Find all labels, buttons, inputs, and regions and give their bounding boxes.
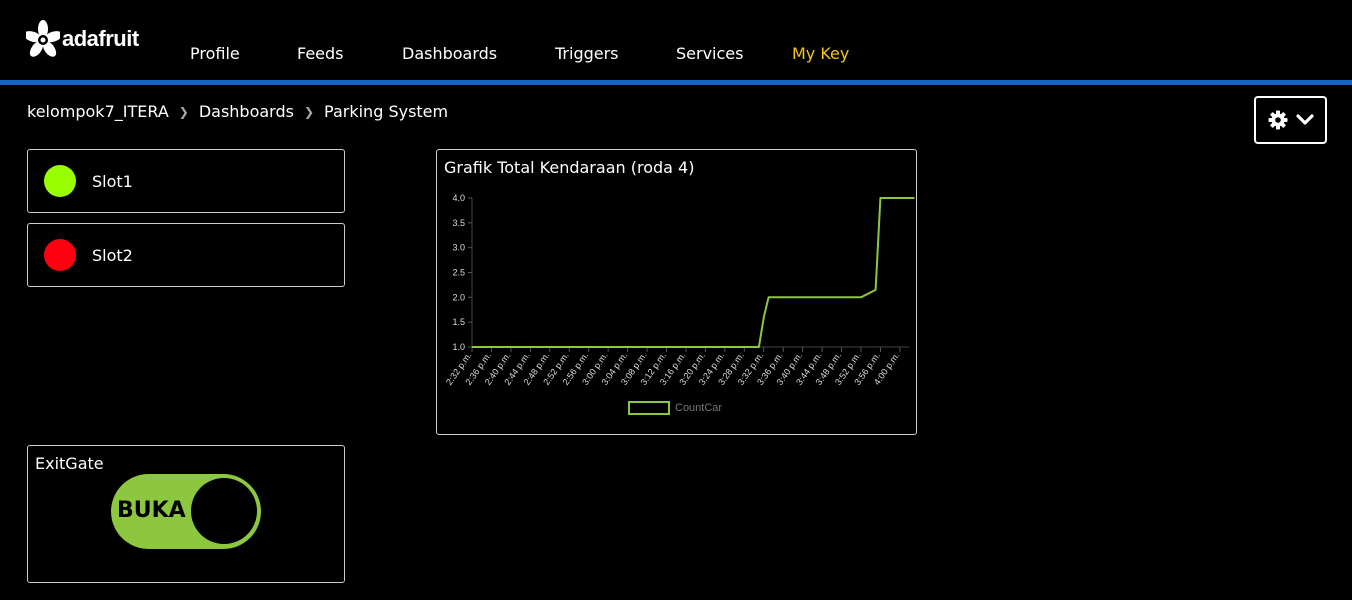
nav-services[interactable]: Services	[676, 44, 743, 63]
nav-triggers[interactable]: Triggers	[555, 44, 619, 63]
y-tick-label: 2.0	[452, 292, 465, 302]
toggle-label: BUKA	[117, 498, 186, 523]
y-tick-label: 1.5	[452, 317, 465, 327]
y-tick-label: 3.0	[452, 243, 465, 253]
gear-icon	[1268, 110, 1287, 130]
slot2-indicator-block[interactable]: Slot2	[27, 223, 345, 287]
nav-feeds[interactable]: Feeds	[297, 44, 344, 63]
legend-swatch	[628, 401, 670, 415]
line-chart-block[interactable]: Grafik Total Kendaraan (roda 4) 1.0 1.5 2.…	[436, 149, 917, 435]
y-tick-label: 2.5	[452, 268, 465, 278]
nav-dashboards[interactable]: Dashboards	[402, 44, 497, 63]
y-tick-label: 4.0	[452, 193, 465, 203]
adafruit-logo[interactable]: adafruit	[26, 20, 139, 58]
exitgate-title: ExitGate	[35, 454, 104, 473]
breadcrumb: kelompok7_ITERA ❯ Dashboards ❯ Parking S…	[27, 102, 448, 121]
nav-my-key[interactable]: My Key	[792, 44, 849, 63]
nav-profile[interactable]: Profile	[190, 44, 240, 63]
breadcrumb-dashboards[interactable]: Dashboards	[199, 102, 294, 121]
exitgate-toggle-switch[interactable]: BUKA	[111, 474, 261, 549]
slot1-label: Slot1	[92, 171, 133, 191]
toggle-knob	[191, 478, 257, 544]
exitgate-toggle-block[interactable]: ExitGate BUKA	[27, 445, 345, 583]
breadcrumb-user[interactable]: kelompok7_ITERA	[27, 102, 169, 121]
slot2-label: Slot2	[92, 245, 133, 265]
breadcrumb-chevron-icon: ❯	[178, 104, 189, 119]
adafruit-flower-icon	[26, 20, 60, 57]
slot1-indicator-block[interactable]: Slot1	[27, 149, 345, 213]
breadcrumb-current: Parking System	[324, 102, 449, 121]
slot1-status-led	[44, 165, 76, 197]
y-tick-label: 1.0	[452, 342, 465, 352]
legend-label: CountCar	[675, 402, 722, 414]
dashboard-settings-button[interactable]	[1254, 96, 1327, 144]
top-navbar: adafruit Profile Feeds Dashboards Trigge…	[0, 0, 1352, 80]
header-divider	[0, 80, 1352, 85]
y-tick-label: 3.5	[452, 218, 465, 228]
logo-wordmark: adafruit	[62, 26, 139, 51]
slot2-status-led	[44, 239, 76, 271]
series-line-countcar	[472, 197, 915, 348]
breadcrumb-chevron-icon: ❯	[303, 104, 315, 119]
chevron-down-icon	[1295, 114, 1314, 125]
line-chart: 1.01.52.02.53.03.54.02:32 p.m.2:36 p.m.2…	[444, 193, 915, 415]
